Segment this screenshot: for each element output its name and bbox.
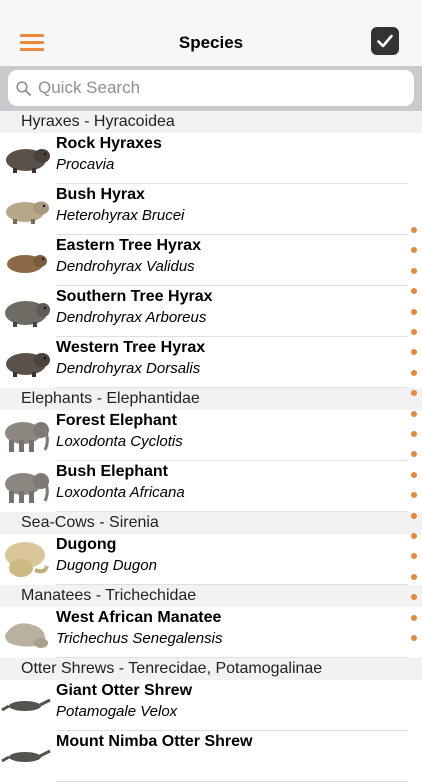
search-input[interactable] (38, 70, 398, 106)
index-dot[interactable] (411, 573, 417, 580)
species-common-name: Eastern Tree Hyrax (56, 237, 201, 254)
species-row[interactable]: Western Tree Hyrax Dendrohyrax Dorsalis (0, 337, 422, 388)
row-divider (56, 657, 408, 658)
species-list: Hyraxes - Hyracoidea Rock Hyraxes Procavia… (0, 111, 422, 782)
species-common-name: Dugong (56, 536, 117, 553)
section-index-bar[interactable] (408, 218, 420, 643)
species-latin-name: Dendrohyrax Validus (56, 258, 195, 275)
species-row[interactable]: West African Manatee Trichechus Senegalen… (0, 607, 422, 658)
species-row[interactable]: Rock Hyraxes Procavia (0, 133, 422, 184)
section-header: Elephants - Elephantidae (0, 388, 422, 410)
species-thumbnail (1, 190, 51, 228)
index-dot[interactable] (411, 431, 417, 437)
species-latin-name: Dendrohyrax Dorsalis (56, 360, 201, 377)
species-latin-name: Loxodonta Africana (56, 484, 185, 501)
species-common-name: Rock Hyraxes (56, 135, 162, 152)
index-dot[interactable] (411, 369, 417, 376)
species-latin-name: Dugong Dugon (56, 557, 157, 574)
species-row[interactable]: Bush Elephant Loxodonta Africana (0, 461, 422, 512)
section-header: Sea-Cows - Sirenia (0, 512, 422, 534)
index-dot[interactable] (411, 267, 417, 274)
species-latin-name: Dendrohyrax Arboreus (56, 309, 207, 326)
index-dot[interactable] (411, 471, 417, 478)
index-dot[interactable] (411, 247, 417, 254)
page-title: Species (178, 33, 244, 52)
search-field[interactable] (8, 70, 414, 106)
index-dot[interactable] (411, 390, 417, 397)
species-common-name: Bush Elephant (56, 463, 169, 480)
species-thumbnail (1, 416, 51, 454)
species-common-name: Mount Nimba Otter Shrew (56, 733, 253, 750)
checkmark-icon[interactable] (371, 27, 399, 55)
index-dot[interactable] (411, 349, 417, 356)
species-row[interactable]: Dugong Dugong Dugon (0, 534, 422, 585)
species-common-name: Giant Otter Shrew (56, 682, 193, 699)
search-bar (0, 66, 422, 111)
species-thumbnail (1, 540, 51, 578)
section-header: Manatees - Trichechidae (0, 585, 422, 607)
species-latin-name: Trichechus Senegalensis (56, 630, 223, 647)
index-dot[interactable] (411, 410, 417, 417)
species-latin-name: Loxodonta Cyclotis (56, 433, 183, 450)
species-common-name: Forest Elephant (56, 412, 177, 429)
index-dot[interactable] (411, 614, 417, 621)
species-row[interactable]: Mount Nimba Otter Shrew (0, 731, 422, 782)
index-dot[interactable] (411, 635, 417, 641)
species-thumbnail (1, 467, 51, 505)
species-latin-name: Potamogale Velox (56, 703, 178, 720)
index-dot[interactable] (411, 533, 417, 539)
section-header: Otter Shrews - Tenrecidae, Potamogalinae (0, 658, 422, 680)
row-divider (56, 511, 408, 512)
index-dot[interactable] (411, 227, 417, 233)
species-common-name: Bush Hyrax (56, 186, 145, 203)
species-row[interactable]: Eastern Tree Hyrax Dendrohyrax Validus (0, 235, 422, 286)
species-latin-name: Procavia (56, 156, 115, 173)
species-thumbnail (1, 292, 51, 330)
species-thumbnail (1, 139, 51, 177)
species-common-name: Western Tree Hyrax (56, 339, 206, 356)
index-dot[interactable] (411, 553, 417, 560)
section-header: Hyraxes - Hyracoidea (0, 111, 422, 133)
index-dot[interactable] (411, 308, 417, 315)
species-row[interactable]: Forest Elephant Loxodonta Cyclotis (0, 410, 422, 461)
row-divider (56, 584, 408, 585)
species-thumbnail (1, 613, 51, 651)
species-thumbnail (1, 686, 51, 724)
index-dot[interactable] (411, 512, 417, 519)
row-divider (56, 387, 408, 388)
species-common-name: Southern Tree Hyrax (56, 288, 213, 305)
navigation-bar: Species (0, 0, 422, 66)
species-row[interactable]: Southern Tree Hyrax Dendrohyrax Arboreus (0, 286, 422, 337)
species-common-name: West African Manatee (56, 609, 222, 626)
index-dot[interactable] (411, 329, 417, 335)
index-dot[interactable] (411, 594, 417, 601)
species-thumbnail (1, 343, 51, 381)
species-thumbnail (1, 737, 51, 775)
species-latin-name: Heterohyrax Brucei (56, 207, 185, 224)
index-dot[interactable] (411, 492, 417, 499)
index-dot[interactable] (411, 288, 417, 295)
search-icon (16, 81, 31, 96)
species-row[interactable]: Giant Otter Shrew Potamogale Velox (0, 680, 422, 731)
species-row[interactable]: Bush Hyrax Heterohyrax Brucei (0, 184, 422, 235)
species-thumbnail (1, 241, 51, 279)
index-dot[interactable] (411, 451, 417, 458)
